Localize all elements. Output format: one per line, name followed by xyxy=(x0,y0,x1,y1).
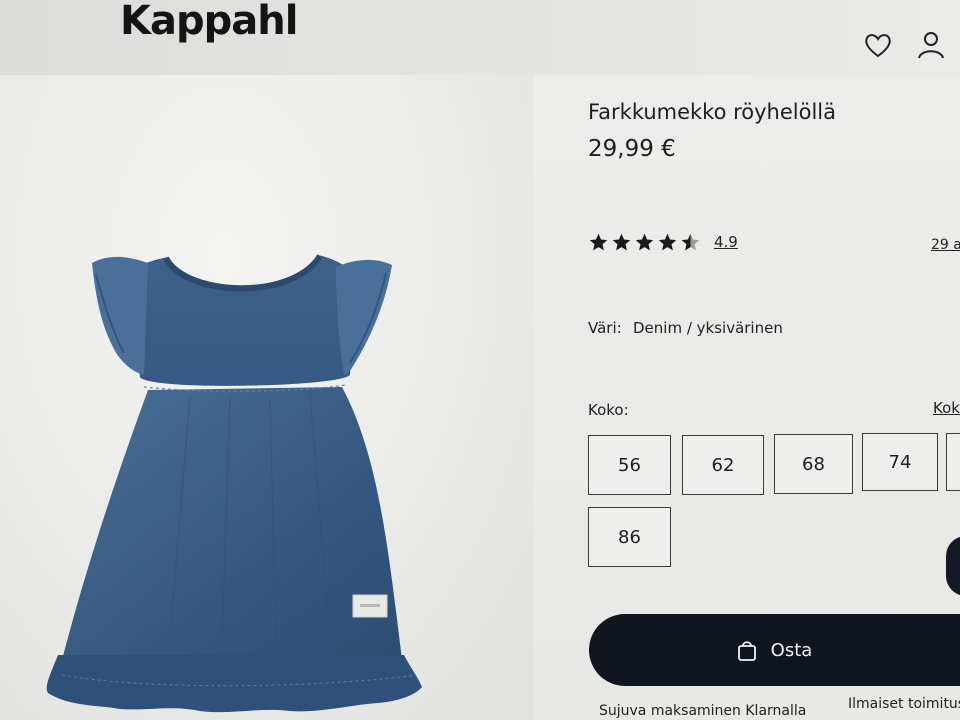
star-icon xyxy=(635,233,654,251)
rating-stars xyxy=(588,232,701,254)
heart-icon[interactable] xyxy=(861,28,895,62)
star-icon xyxy=(658,233,677,251)
buy-button-label: Osta xyxy=(770,639,813,661)
size-guide-link[interactable]: Koko xyxy=(933,399,960,417)
user-icon[interactable] xyxy=(914,28,948,62)
star-icon xyxy=(612,233,631,251)
size-option-56[interactable]: 56 xyxy=(588,435,671,495)
reviews-link[interactable]: 29 a xyxy=(931,237,960,253)
size-option-74[interactable]: 74 xyxy=(862,433,938,491)
site-header: Kappahl xyxy=(0,0,960,75)
product-price: 29,99 € xyxy=(588,136,676,162)
size-option-86[interactable]: 86 xyxy=(588,507,671,567)
color-label: Väri: xyxy=(588,319,622,337)
delivery-info: Ilmaiset toimitus xyxy=(848,696,960,712)
brand-logo[interactable]: Kappahl xyxy=(120,0,298,44)
buy-button[interactable]: Osta xyxy=(589,614,960,686)
color-value: Denim / yksivärinen xyxy=(633,319,783,337)
rating-value-link[interactable]: 4.9 xyxy=(714,233,738,251)
product-title: Farkkumekko röyhelöllä xyxy=(588,100,837,124)
size-option-62[interactable]: 62 xyxy=(682,435,764,495)
half-star-icon xyxy=(681,233,700,251)
star-icon xyxy=(589,233,608,251)
shopping-bag-icon xyxy=(737,641,756,661)
klarna-info: Sujuva maksaminen Klarnalla xyxy=(599,703,807,719)
dress-icon xyxy=(46,254,422,713)
size-label: Koko: xyxy=(588,401,629,419)
size-option-68[interactable]: 68 xyxy=(774,434,853,494)
size-option-partial[interactable] xyxy=(946,433,960,491)
product-image[interactable] xyxy=(0,75,533,720)
